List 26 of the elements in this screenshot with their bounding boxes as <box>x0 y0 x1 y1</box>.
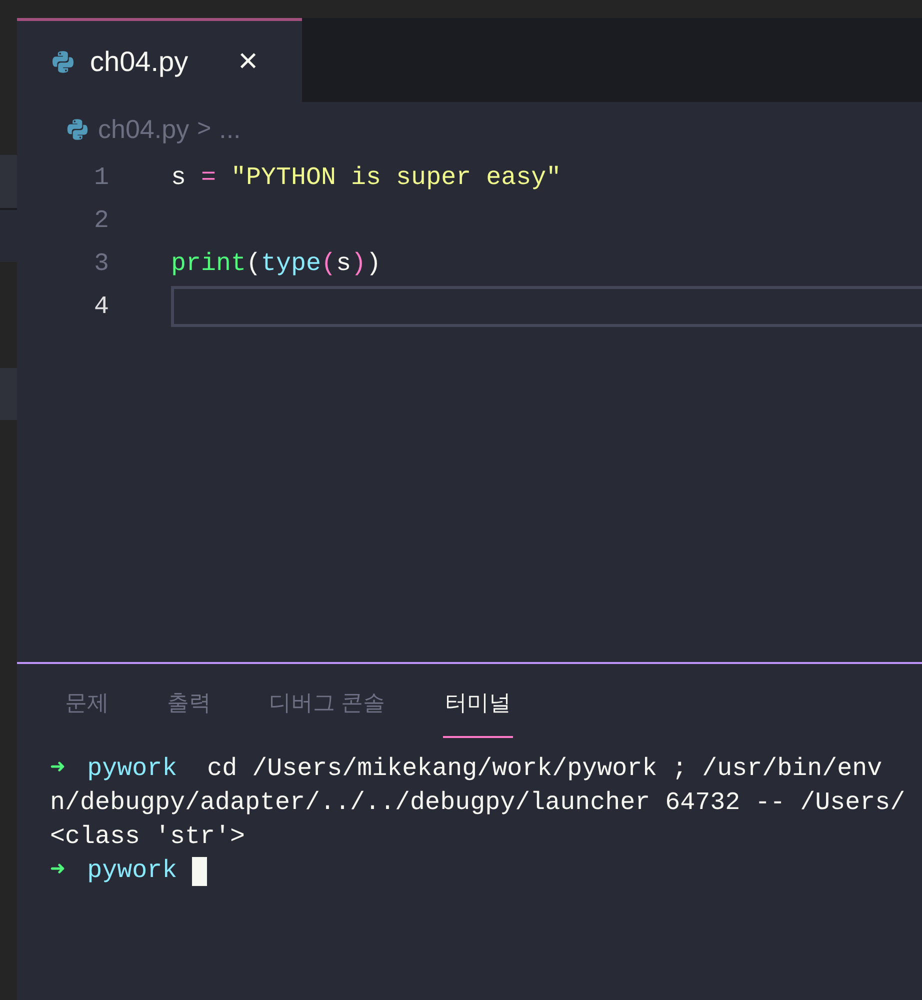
line-number: 2 <box>92 204 109 237</box>
code-line: s = "PYTHON is super easy" <box>171 162 562 194</box>
breadcrumb-item[interactable]: ... <box>219 110 241 148</box>
terminal-text: cd /Users/mikekang/work/pywork ; /usr/bin/env <box>207 753 882 786</box>
tab-label: ch04.py <box>90 44 188 79</box>
panel-tab[interactable]: 문제 <box>65 686 109 738</box>
chevron-separator: > <box>197 114 212 144</box>
panel-tab[interactable]: 터미널 <box>443 686 514 738</box>
line-number: 4 <box>92 290 109 323</box>
breadcrumb-item[interactable]: ch04.py <box>98 110 190 148</box>
prompt-arrow: ➜ <box>50 855 66 888</box>
terminal-cursor <box>192 856 208 886</box>
prompt-arrow: ➜ <box>50 753 66 786</box>
python-icon <box>65 116 90 142</box>
prompt-directory: pywork <box>87 855 178 888</box>
panel-tab[interactable]: 출력 <box>167 686 211 738</box>
python-icon <box>50 48 76 74</box>
terminal-text: n/debugpy/adapter/../../debugpy/launcher 64732 -- /Users/ <box>50 787 906 820</box>
line-number: 1 <box>92 162 109 194</box>
line-number: 3 <box>92 248 109 280</box>
prompt-directory: pywork <box>87 753 178 786</box>
terminal-text: <class 'str'> <box>50 821 246 854</box>
panel-tab[interactable]: 디버그 콘솔 <box>269 686 386 738</box>
code-line: print(type(s)) <box>171 248 382 280</box>
close-button[interactable]: × <box>238 36 258 87</box>
editor-tab[interactable]: ch04.py × <box>17 18 302 102</box>
